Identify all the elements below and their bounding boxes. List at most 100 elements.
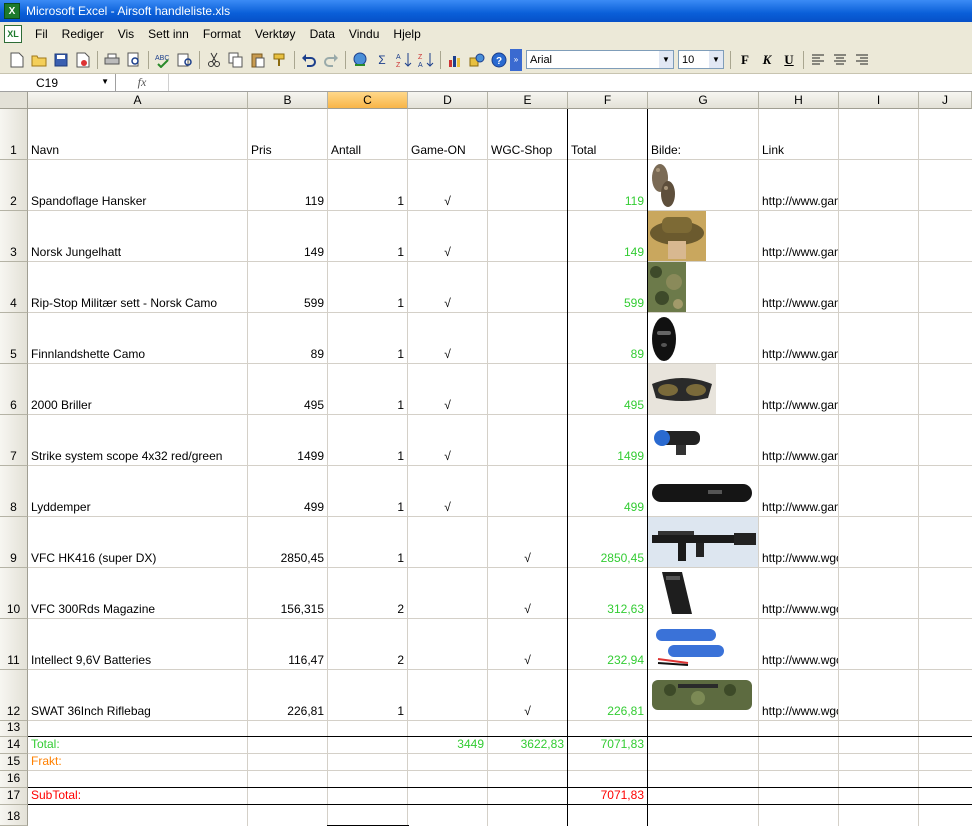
item-total[interactable]: 119 bbox=[568, 160, 647, 210]
item-total[interactable]: 495 bbox=[568, 364, 647, 414]
item-total[interactable]: 89 bbox=[568, 313, 647, 363]
row-header-7[interactable]: 7 bbox=[0, 415, 28, 466]
subtotal-value[interactable]: 7071,83 bbox=[568, 788, 647, 804]
header-pris[interactable]: Pris bbox=[248, 109, 327, 159]
item-quantity[interactable]: 2 bbox=[328, 568, 407, 618]
silencer-picture[interactable] bbox=[648, 466, 756, 516]
subtotal-label[interactable]: SubTotal: bbox=[28, 788, 247, 804]
item-total[interactable]: 149 bbox=[568, 211, 647, 261]
hat-picture[interactable] bbox=[648, 211, 706, 261]
item-wgc-mark[interactable]: √ bbox=[488, 568, 567, 618]
save-icon[interactable] bbox=[50, 49, 72, 71]
item-price[interactable]: 599 bbox=[248, 262, 327, 312]
row-header-15[interactable]: 15 bbox=[0, 754, 28, 771]
row-header-14[interactable]: 14 bbox=[0, 737, 28, 754]
align-left-icon[interactable] bbox=[807, 49, 829, 71]
redo-icon[interactable] bbox=[320, 49, 342, 71]
item-quantity[interactable]: 1 bbox=[328, 415, 407, 465]
menu-vindu[interactable]: Vindu bbox=[342, 25, 386, 43]
item-quantity[interactable]: 1 bbox=[328, 211, 407, 261]
battery-picture[interactable] bbox=[648, 619, 734, 669]
item-game-on-mark[interactable]: √ bbox=[408, 364, 487, 414]
item-link[interactable]: http://www.game-on.no/webshop/sol bbox=[759, 364, 838, 414]
item-total[interactable]: 312,63 bbox=[568, 568, 647, 618]
item-link[interactable]: http://www.wgcshop.com/wgc2008/n bbox=[759, 619, 838, 669]
insert-function-icon[interactable]: fx bbox=[116, 75, 168, 90]
column-header-i[interactable]: I bbox=[839, 92, 919, 109]
menu-data[interactable]: Data bbox=[303, 25, 342, 43]
item-total[interactable]: 1499 bbox=[568, 415, 647, 465]
header-bilde[interactable]: Bilde: bbox=[648, 109, 758, 159]
grand-total[interactable]: 7071,83 bbox=[568, 737, 647, 753]
align-right-icon[interactable] bbox=[851, 49, 873, 71]
item-price[interactable]: 495 bbox=[248, 364, 327, 414]
item-name[interactable]: Finnlandshette Camo bbox=[28, 313, 247, 363]
item-wgc-mark[interactable] bbox=[488, 364, 567, 414]
item-quantity[interactable]: 1 bbox=[328, 670, 407, 720]
permission-icon[interactable] bbox=[72, 49, 94, 71]
item-quantity[interactable]: 1 bbox=[328, 364, 407, 414]
header-game-on[interactable]: Game-ON bbox=[408, 109, 487, 159]
item-name[interactable]: Intellect 9,6V Batteries bbox=[28, 619, 247, 669]
bold-button[interactable]: F bbox=[734, 49, 756, 71]
toolbar-options-icon[interactable]: » bbox=[510, 48, 522, 71]
frakt-label[interactable]: Frakt: bbox=[28, 754, 247, 770]
column-header-h[interactable]: H bbox=[759, 92, 839, 109]
item-price[interactable]: 226,81 bbox=[248, 670, 327, 720]
header-wgc-shop[interactable]: WGC-Shop bbox=[488, 109, 567, 159]
hyperlink-icon[interactable] bbox=[349, 49, 371, 71]
header-navn[interactable]: Navn bbox=[28, 109, 247, 159]
header-antall[interactable]: Antall bbox=[328, 109, 407, 159]
item-price[interactable]: 89 bbox=[248, 313, 327, 363]
item-quantity[interactable]: 1 bbox=[328, 466, 407, 516]
item-quantity[interactable]: 1 bbox=[328, 262, 407, 312]
menu-verktoy[interactable]: Verktøy bbox=[248, 25, 303, 43]
row-header-16[interactable]: 16 bbox=[0, 771, 28, 788]
formula-input[interactable] bbox=[168, 74, 972, 91]
row-header-6[interactable]: 6 bbox=[0, 364, 28, 415]
chart-wizard-icon[interactable] bbox=[444, 49, 466, 71]
menu-vis[interactable]: Vis bbox=[111, 25, 141, 43]
item-game-on-mark[interactable] bbox=[408, 670, 487, 720]
item-link[interactable]: http://www.game-on.no/webshop/lyd bbox=[759, 466, 838, 516]
row-header-13[interactable]: 13 bbox=[0, 720, 28, 737]
row-header-9[interactable]: 9 bbox=[0, 517, 28, 568]
item-quantity[interactable]: 1 bbox=[328, 313, 407, 363]
item-total[interactable]: 499 bbox=[568, 466, 647, 516]
item-wgc-mark[interactable]: √ bbox=[488, 670, 567, 720]
item-name[interactable]: 2000 Briller bbox=[28, 364, 247, 414]
row-header-4[interactable]: 4 bbox=[0, 262, 28, 313]
item-link[interactable]: http://www.wgcshop.com/wgc2008/n bbox=[759, 517, 838, 567]
item-quantity[interactable]: 1 bbox=[328, 517, 407, 567]
item-game-on-mark[interactable]: √ bbox=[408, 262, 487, 312]
gloves-picture[interactable] bbox=[648, 160, 678, 210]
copy-icon[interactable] bbox=[225, 49, 247, 71]
row-header-8[interactable]: 8 bbox=[0, 466, 28, 517]
scope-picture[interactable] bbox=[648, 415, 708, 465]
item-wgc-mark[interactable] bbox=[488, 415, 567, 465]
row-header-10[interactable]: 10 bbox=[0, 568, 28, 619]
item-link[interactable]: http://www.game-on.no/webshop/stri bbox=[759, 415, 838, 465]
item-price[interactable]: 499 bbox=[248, 466, 327, 516]
item-link[interactable]: http://www.game-on.no/webshop/pro bbox=[759, 211, 838, 261]
item-price[interactable]: 156,315 bbox=[248, 568, 327, 618]
item-name[interactable]: Rip-Stop Militær sett - Norsk Camo bbox=[28, 262, 247, 312]
item-link[interactable]: http://www.wgcshop.com/wgc2008/n bbox=[759, 568, 838, 618]
underline-button[interactable]: U bbox=[778, 49, 800, 71]
item-game-on-mark[interactable]: √ bbox=[408, 313, 487, 363]
font-name-box[interactable]: Arial ▼ bbox=[526, 50, 674, 69]
item-price[interactable]: 149 bbox=[248, 211, 327, 261]
item-name[interactable]: Spandoflage Hansker bbox=[28, 160, 247, 210]
column-header-a[interactable]: A bbox=[28, 92, 248, 109]
item-price[interactable]: 2850,45 bbox=[248, 517, 327, 567]
sort-descending-icon[interactable]: ZA bbox=[415, 49, 437, 71]
row-header-1[interactable]: 1 bbox=[0, 109, 28, 160]
new-document-icon[interactable] bbox=[6, 49, 28, 71]
item-total[interactable]: 599 bbox=[568, 262, 647, 312]
menu-sett-inn[interactable]: Sett inn bbox=[141, 25, 196, 43]
research-icon[interactable] bbox=[174, 49, 196, 71]
chevron-down-icon[interactable]: ▼ bbox=[101, 77, 109, 86]
balaclava-picture[interactable] bbox=[648, 313, 680, 363]
riflebag-picture[interactable] bbox=[648, 670, 756, 720]
item-game-on-mark[interactable] bbox=[408, 619, 487, 669]
